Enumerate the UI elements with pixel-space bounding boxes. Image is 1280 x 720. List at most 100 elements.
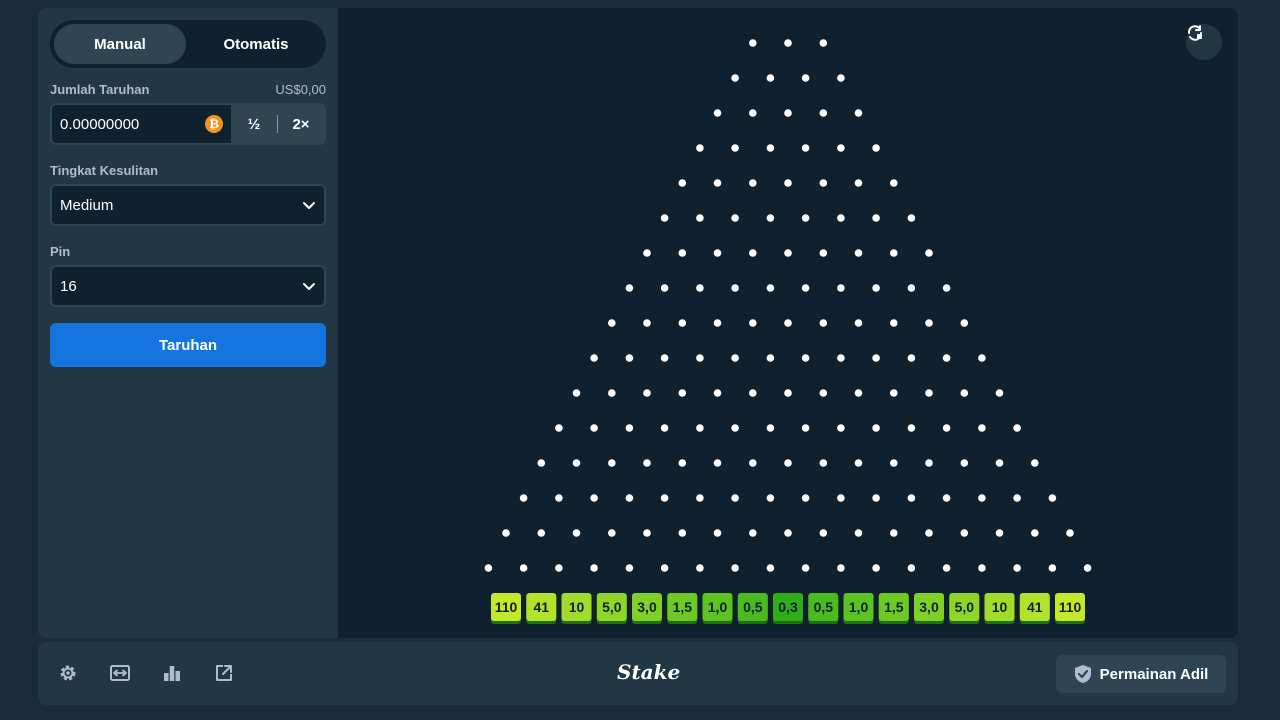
refresh-button[interactable] [1186,24,1222,60]
peg [749,529,757,537]
peg [731,424,739,432]
tab-manual[interactable]: Manual [54,24,186,64]
peg [890,529,898,537]
plinko-board: 110 41 10 5,0 3,0 1,5 1,0 0,5 0,3 0,5 1,0 1,5 3,0 5,0… [338,8,1238,638]
peg [801,284,810,292]
peg [696,284,704,292]
peg [942,494,951,502]
stake-logo: Stake [617,660,681,684]
peg [907,284,916,292]
peg [837,564,845,572]
peg [625,284,634,292]
peg [625,564,634,572]
peg [872,354,880,362]
peg [660,214,669,222]
peg [625,424,634,432]
peg [784,39,792,47]
peg [749,39,757,47]
plinko-svg: 110 41 10 5,0 3,0 1,5 1,0 0,5 0,3 0,5 1,0 1,5 3,0 5,0… [484,39,1092,624]
stats-button[interactable] [161,662,183,684]
peg [731,564,739,572]
fairness-label: Permainan Adil [1099,665,1209,683]
peg [731,284,739,292]
multiplier-label: 1,0 [849,599,869,615]
multiplier-label: 110 [495,599,518,615]
bet-amount-input[interactable] [60,115,205,133]
peg [643,459,651,467]
multiplier-bucket: 0,3 [773,593,803,624]
multiplier-bucket: 41 [526,593,557,624]
peg [678,179,687,187]
peg [819,179,828,187]
peg [942,424,951,432]
multiplier-bucket: 1,0 [702,593,733,624]
place-bet-button[interactable]: Taruhan [50,323,326,367]
peg [872,494,880,502]
peg [784,319,792,327]
peg [731,144,739,152]
peg [660,494,669,502]
peg [590,424,598,432]
peg [678,319,687,327]
peg [572,459,581,467]
peg [713,249,722,257]
peg [819,319,828,327]
peg [608,459,616,467]
double-bet-button[interactable]: 2× [278,105,324,143]
fairness-button[interactable]: Permainan Adil [1056,655,1226,693]
peg [484,564,493,572]
settings-button[interactable] [57,662,79,684]
mode-toggle: Manual Otomatis [50,20,326,68]
game-window: Manual Otomatis Jumlah Taruhan US$0,00 ₿… [38,8,1238,638]
peg [608,389,616,397]
peg [854,249,863,257]
theatre-mode-button[interactable] [109,662,131,684]
peg [907,214,916,222]
peg [925,319,933,327]
peg [960,529,969,537]
peg [625,494,634,502]
peg [784,459,792,467]
peg [555,424,563,432]
pins-select[interactable]: 16 [50,265,326,307]
peg [978,564,986,572]
peg [1031,459,1039,467]
peg [978,494,986,502]
peg [907,424,916,432]
peg [978,354,986,362]
peg [749,389,757,397]
peg [801,74,810,82]
popout-button[interactable] [213,662,235,684]
peg [837,424,845,432]
peg [731,74,739,82]
peg [854,389,863,397]
multiplier-label: 0,3 [778,599,798,615]
multiplier-bucket: 3,0 [914,593,944,624]
multiplier-label: 10 [992,599,1008,615]
peg [995,389,1004,397]
peg [643,249,651,257]
multiplier-label: 5,0 [955,599,975,615]
tab-auto[interactable]: Otomatis [190,24,322,64]
peg [749,319,757,327]
peg [1048,494,1057,502]
peg [784,179,792,187]
peg [837,214,845,222]
multiplier-label: 10 [569,599,585,615]
peg [837,354,845,362]
peg [643,529,651,537]
half-bet-button[interactable]: ½ [231,105,277,143]
peg [590,494,598,502]
peg [942,564,951,572]
peg [890,249,898,257]
difficulty-select[interactable]: Medium [50,184,326,226]
multiplier-label: 3,0 [637,599,657,615]
peg [854,179,863,187]
peg [537,459,546,467]
peg [1066,529,1074,537]
multiplier-bucket: 5,0 [596,593,627,624]
multiplier-label: 0,5 [743,599,763,615]
peg [872,564,880,572]
peg [872,144,880,152]
theatre-mode-icon [110,665,130,681]
